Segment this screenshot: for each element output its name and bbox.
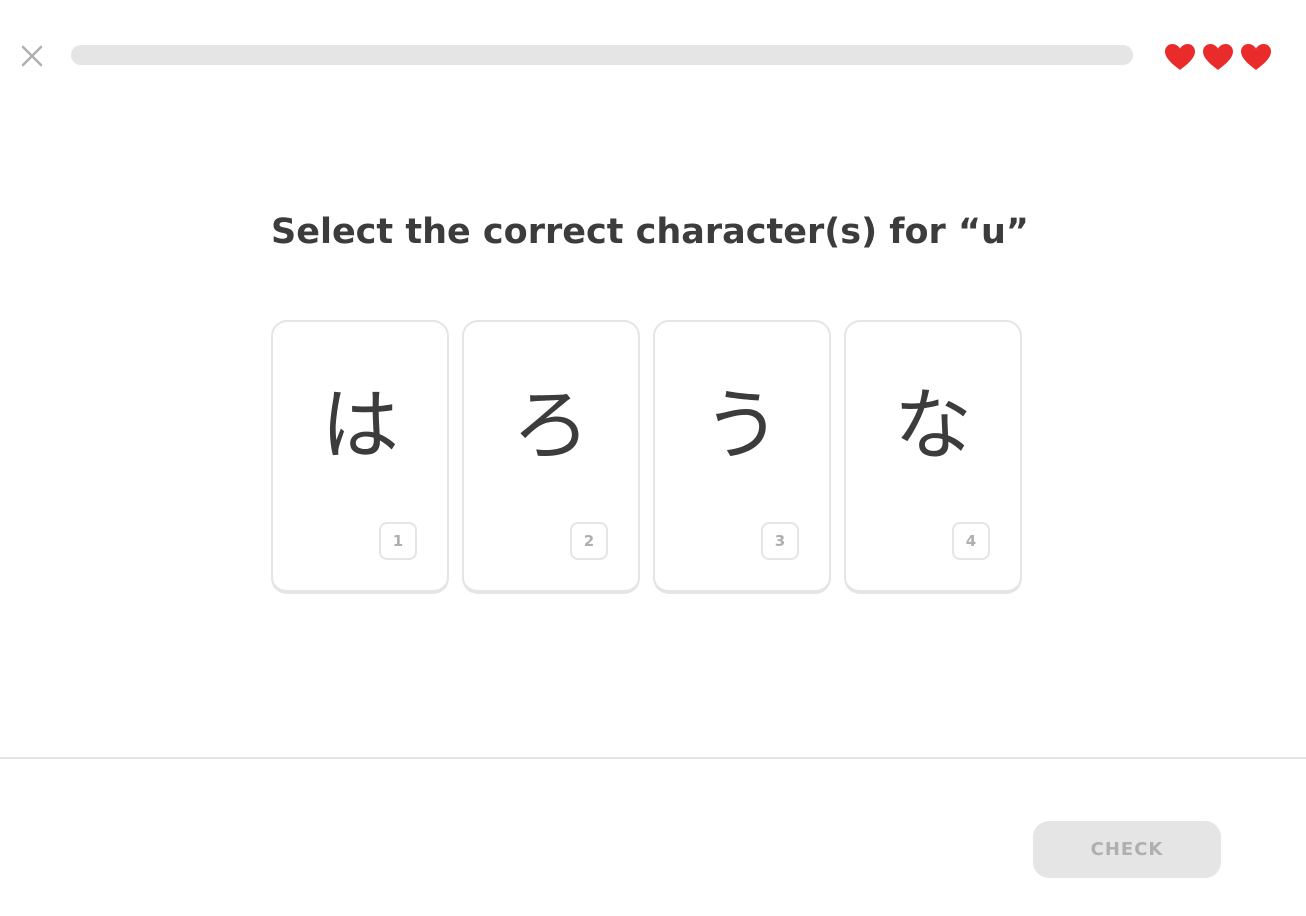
choice-card-2[interactable]: ろ 2 xyxy=(462,320,640,594)
hearts-counter xyxy=(1163,42,1273,72)
lesson-progress-bar xyxy=(71,45,1133,65)
keyboard-shortcut-badge: 1 xyxy=(379,522,417,560)
footer-divider xyxy=(0,757,1306,759)
choice-character: ろ xyxy=(511,381,590,471)
check-button[interactable]: CHECK xyxy=(1033,821,1221,878)
heart-icon xyxy=(1163,42,1197,72)
choice-card-3[interactable]: う 3 xyxy=(653,320,831,594)
close-button[interactable] xyxy=(18,42,46,70)
heart-icon xyxy=(1201,42,1235,72)
heart-icon xyxy=(1239,42,1273,72)
choice-cards: は 1 ろ 2 う 3 な 4 xyxy=(271,320,1022,594)
choice-card-4[interactable]: な 4 xyxy=(844,320,1022,594)
close-icon xyxy=(18,42,46,70)
keyboard-shortcut-badge: 2 xyxy=(570,522,608,560)
keyboard-shortcut-badge: 3 xyxy=(761,522,799,560)
keyboard-shortcut-badge: 4 xyxy=(952,522,990,560)
choice-character: な xyxy=(893,381,972,471)
choice-character: は xyxy=(320,381,399,471)
exercise-prompt: Select the correct character(s) for “u” xyxy=(271,212,1029,252)
choice-character: う xyxy=(702,381,781,471)
choice-card-1[interactable]: は 1 xyxy=(271,320,449,594)
